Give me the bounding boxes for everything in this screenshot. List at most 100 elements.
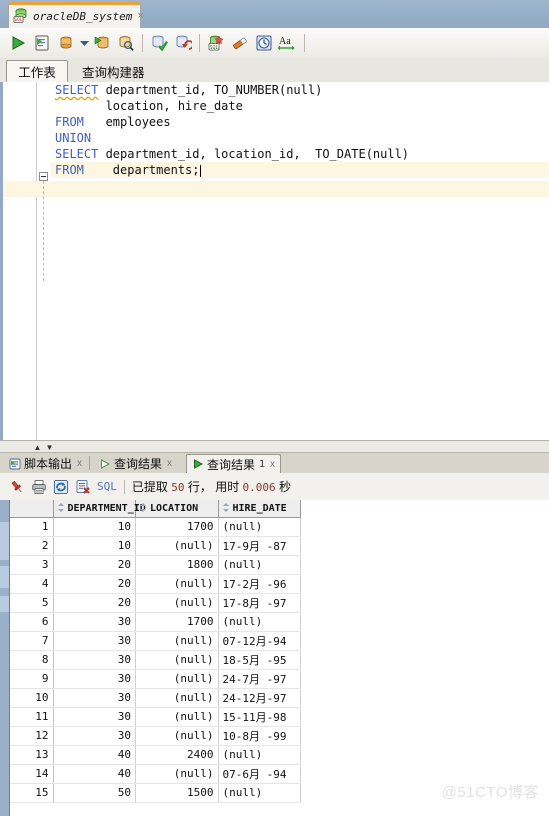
table-row[interactable]: 2 10 (null) 17-9月 -87	[10, 536, 301, 556]
explain-plan-button[interactable]	[54, 31, 78, 55]
red-pin-icon[interactable]	[6, 476, 28, 498]
editor-line-3[interactable]: FROM employees	[51, 114, 549, 130]
row-number-cell[interactable]: 10	[10, 688, 54, 708]
table-row[interactable]: 4 20 (null) 17-2月 -96	[10, 574, 301, 594]
code-fold-toggle[interactable]	[39, 172, 48, 181]
cell-location[interactable]: (null)	[135, 631, 219, 651]
table-row[interactable]: 5 20 (null) 17-8月 -97	[10, 593, 301, 613]
aa-case-icon[interactable]: Aa	[276, 31, 300, 55]
table-row[interactable]: 11 30 (null) 15-11月-98	[10, 707, 301, 727]
cell-hire-date[interactable]: (null)	[218, 612, 301, 632]
cell-department-id[interactable]: 30	[53, 650, 136, 670]
cell-location[interactable]: (null)	[135, 650, 219, 670]
cell-hire-date[interactable]: 17-8月 -97	[218, 593, 301, 613]
cell-hire-date[interactable]: 17-9月 -87	[218, 536, 301, 556]
row-number-cell[interactable]: 15	[10, 783, 54, 803]
clear-worksheet-button[interactable]	[228, 31, 252, 55]
table-row[interactable]: 1 10 1700 (null)	[10, 517, 301, 537]
run-statement-button[interactable]	[6, 31, 30, 55]
cell-hire-date[interactable]: 18-5月 -95	[218, 650, 301, 670]
table-row[interactable]: 8 30 (null) 18-5月 -95	[10, 650, 301, 670]
cell-department-id[interactable]: 30	[53, 707, 136, 727]
editor-line-5[interactable]: SELECT department_id, location_id, TO_DA…	[51, 146, 549, 162]
cell-hire-date[interactable]: 07-12月-94	[218, 631, 301, 651]
row-number-cell[interactable]: 14	[10, 764, 54, 784]
table-row[interactable]: 7 30 (null) 07-12月-94	[10, 631, 301, 651]
column-header-hire-date[interactable]: HIRE_DATE	[218, 500, 301, 518]
commit-button[interactable]	[147, 31, 171, 55]
row-number-cell[interactable]: 8	[10, 650, 54, 670]
table-row[interactable]: 10 30 (null) 24-12月-97	[10, 688, 301, 708]
cell-location[interactable]: (null)	[135, 688, 219, 708]
column-header-location[interactable]: LOCATION	[135, 500, 219, 518]
cell-location[interactable]: 1500	[135, 783, 219, 803]
cell-location[interactable]: (null)	[135, 536, 219, 556]
row-number-cell[interactable]: 9	[10, 669, 54, 689]
autotrace-button[interactable]	[90, 31, 114, 55]
row-number-cell[interactable]: 3	[10, 555, 54, 575]
cell-location[interactable]: 1800	[135, 555, 219, 575]
cell-location[interactable]: (null)	[135, 574, 219, 594]
cell-department-id[interactable]: 30	[53, 669, 136, 689]
table-row[interactable]: 13 40 2400 (null)	[10, 745, 301, 765]
cell-department-id[interactable]: 30	[53, 631, 136, 651]
cell-department-id[interactable]: 20	[53, 593, 136, 613]
row-number-cell[interactable]: 12	[10, 726, 54, 746]
cell-hire-date[interactable]: (null)	[218, 517, 301, 537]
cell-location[interactable]: (null)	[135, 726, 219, 746]
cell-department-id[interactable]: 10	[53, 536, 136, 556]
cell-department-id[interactable]: 10	[53, 517, 136, 537]
new-sql-worksheet-button[interactable]: SQL	[204, 31, 228, 55]
cell-location[interactable]: 1700	[135, 517, 219, 537]
results-grid[interactable]: DEPARTMENT_ID LOCATION HIRE_DATE 1 10 1700…	[9, 500, 549, 816]
scroll-up-arrow-icon[interactable]: ▲	[32, 442, 43, 453]
cell-hire-date[interactable]: (null)	[218, 783, 301, 803]
stop-fetch-icon[interactable]	[72, 476, 94, 498]
tab-script-output[interactable]: 脚本输出 x	[4, 454, 87, 473]
sql-editor[interactable]: SELECT department_id, TO_NUMBER(null) lo…	[0, 82, 549, 440]
cell-hire-date[interactable]: 07-6月 -94	[218, 764, 301, 784]
cell-department-id[interactable]: 30	[53, 612, 136, 632]
row-number-cell[interactable]: 13	[10, 745, 54, 765]
printer-icon[interactable]	[28, 476, 50, 498]
cell-location[interactable]: 2400	[135, 745, 219, 765]
table-row[interactable]: 12 30 (null) 10-8月 -99	[10, 726, 301, 746]
close-icon[interactable]: ×	[137, 11, 143, 22]
rollback-button[interactable]	[171, 31, 195, 55]
cell-hire-date[interactable]: 17-2月 -96	[218, 574, 301, 594]
cell-department-id[interactable]: 30	[53, 726, 136, 746]
cell-department-id[interactable]: 40	[53, 745, 136, 765]
row-number-cell[interactable]: 11	[10, 707, 54, 727]
cell-location[interactable]: 1700	[135, 612, 219, 632]
row-number-cell[interactable]: 6	[10, 612, 54, 632]
cell-department-id[interactable]: 50	[53, 783, 136, 803]
row-number-cell[interactable]: 5	[10, 593, 54, 613]
editor-line-1[interactable]: SELECT department_id, TO_NUMBER(null)	[51, 82, 549, 98]
row-number-cell[interactable]: 2	[10, 536, 54, 556]
scroll-down-arrow-icon[interactable]: ▼	[44, 442, 55, 453]
cell-location[interactable]: (null)	[135, 593, 219, 613]
cell-hire-date[interactable]: 24-7月 -97	[218, 669, 301, 689]
table-row[interactable]: 3 20 1800 (null)	[10, 555, 301, 575]
editor-code-area[interactable]: SELECT department_id, TO_NUMBER(null) lo…	[51, 82, 549, 440]
editor-line-6[interactable]: FROM departments;	[51, 162, 549, 178]
row-number-cell[interactable]: 1	[10, 517, 54, 537]
tab-query-builder[interactable]: 查询构建器	[72, 60, 155, 82]
cell-department-id[interactable]: 20	[53, 574, 136, 594]
editor-horizontal-scrollbar[interactable]: ▲ ▼	[0, 440, 549, 453]
row-number-cell[interactable]: 4	[10, 574, 54, 594]
sql-tuning-advisor-button[interactable]	[114, 31, 138, 55]
cell-location[interactable]: (null)	[135, 764, 219, 784]
table-row[interactable]: 6 30 1700 (null)	[10, 612, 301, 632]
table-row[interactable]: 15 50 1500 (null)	[10, 783, 301, 803]
tab-query-result[interactable]: 查询结果 x	[94, 454, 177, 473]
close-icon[interactable]: x	[270, 459, 275, 470]
table-row[interactable]: 9 30 (null) 24-7月 -97	[10, 669, 301, 689]
close-icon[interactable]: x	[77, 458, 82, 469]
cell-hire-date[interactable]: (null)	[218, 745, 301, 765]
editor-line-4[interactable]: UNION	[51, 130, 549, 146]
cell-department-id[interactable]: 20	[53, 555, 136, 575]
refresh-arrows-icon[interactable]	[50, 476, 72, 498]
cell-location[interactable]: (null)	[135, 669, 219, 689]
cell-hire-date[interactable]: 24-12月-97	[218, 688, 301, 708]
